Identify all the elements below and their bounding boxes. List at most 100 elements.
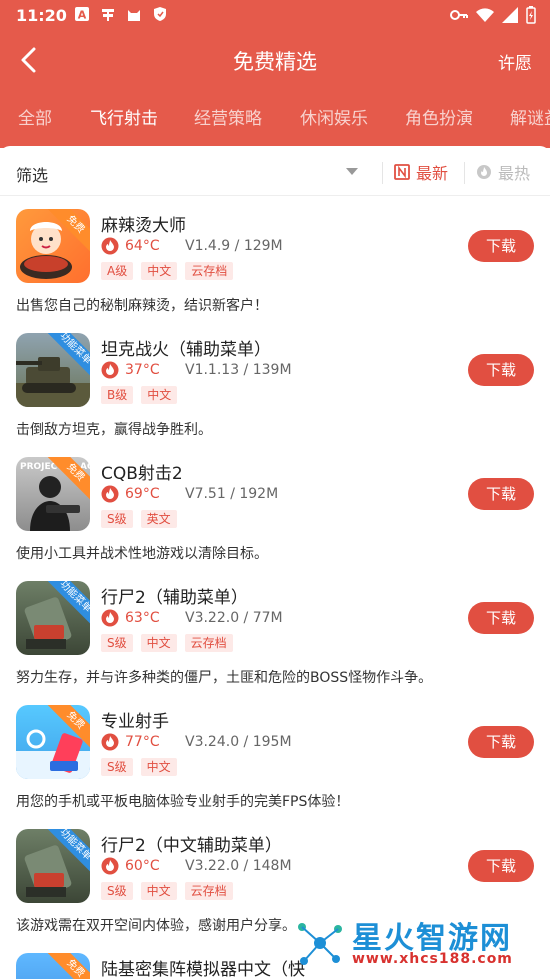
key-icon [450,10,468,20]
game-item[interactable]: 免费 麻辣烫大师 64°C V1.4.9 / 129M A级 中文 云存档 下载… [0,209,550,333]
flame-icon [101,733,119,751]
game-version-size: V3.22.0 / 77M [185,610,283,626]
tag: S级 [101,510,133,528]
battery-icon [526,6,536,24]
tag: 云存档 [184,882,233,900]
sort-hottest[interactable]: 最热 [476,160,530,184]
download-button[interactable]: 下载 [468,850,534,882]
game-meta: 63°C V3.22.0 / 77M [101,609,283,627]
game-name[interactable]: 陆基密集阵模拟器中文（快 [101,955,305,979]
tag: 英文 [140,510,177,528]
game-meta: 60°C V3.22.0 / 148M [101,857,292,875]
status-right-icons [450,6,536,24]
game-item[interactable]: 功能菜单 坦克战火（辅助菜单） 37°C V1.1.13 / 139M B级 中… [0,333,550,457]
game-tags: B级 中文 [101,386,178,404]
tab-strategy[interactable]: 经营策略 [194,104,262,129]
game-icon-image[interactable]: 免费 [16,705,90,779]
tag: 中文 [140,758,177,776]
tab-all[interactable]: 全部 [18,104,52,129]
download-button[interactable]: 下载 [468,354,534,386]
badge-ribbon: 免费 [46,953,90,979]
game-description: 使用小工具并战术性地游戏以清除目标。 [16,546,268,562]
tag: 中文 [140,634,177,652]
chevron-down-icon[interactable] [346,168,358,175]
game-name[interactable]: 行尸2（辅助菜单） [101,583,248,608]
tab-casual[interactable]: 休闲娱乐 [300,104,368,129]
tag: 云存档 [184,634,233,652]
watermark-url: www.xhcs188.com [352,951,513,967]
filter-label[interactable]: 筛选 [16,162,48,186]
tab-puzzle[interactable]: 解谜益 [510,104,550,129]
game-name[interactable]: 麻辣烫大师 [101,211,186,236]
game-temperature: 60°C [125,858,160,874]
wish-button[interactable]: 许愿 [498,49,532,74]
status-bar: 11:20 A [0,0,550,32]
watermark-logo-icon [298,923,342,965]
game-name[interactable]: 行尸2（中文辅助菜单） [101,831,282,856]
shield-icon [154,7,166,21]
game-tags: S级 英文 [101,510,177,528]
game-version-size: V1.1.13 / 139M [185,362,292,378]
game-description: 用您的手机或平板电脑体验专业射手的完美FPS体验！ [16,794,350,810]
game-version-size: V3.22.0 / 148M [185,858,292,874]
game-icon-image[interactable]: PROJECT ... ACH 免费 [16,457,90,531]
game-item[interactable]: PROJECT ... ACH 免费 CQB射击2 69°C V7.51 / 1… [0,457,550,581]
game-tags: S级 中文 云存档 [101,882,233,900]
flame-icon [101,361,119,379]
game-meta: 77°C V3.24.0 / 195M [101,733,292,751]
sort-newest[interactable]: 最新 [394,160,448,184]
category-tabs: 全部 飞行射击 经营策略 休闲娱乐 角色扮演 解谜益 [0,96,550,136]
sort-hottest-label: 最热 [498,164,531,183]
tab-roleplay[interactable]: 角色扮演 [405,104,473,129]
tab-flight-shooting[interactable]: 飞行射击 [90,104,158,129]
tag: 中文 [141,262,178,280]
flame-icon [101,609,119,627]
tag: 云存档 [185,262,234,280]
tag: A级 [101,262,134,280]
game-item[interactable]: 免费 专业射手 77°C V3.24.0 / 195M S级 中文 下载 用您的… [0,705,550,829]
game-icon-image[interactable]: 功能菜单 [16,829,90,903]
download-button[interactable]: 下载 [468,726,534,758]
game-tags: S级 中文 云存档 [101,634,233,652]
game-name[interactable]: 坦克战火（辅助菜单） [101,335,271,360]
filter-bar: 筛选 最新 最热 [0,150,550,196]
divider [464,162,465,184]
game-version-size: V3.24.0 / 195M [185,734,292,750]
sort-newest-label: 最新 [416,164,449,183]
game-temperature: 37°C [125,362,160,378]
game-icon-image[interactable]: 功能菜单 [16,333,90,407]
new-flag-icon [394,164,410,180]
game-icon-image[interactable]: 免费 [16,209,90,283]
game-meta: 69°C V7.51 / 192M [101,485,278,503]
a-icon: A [75,7,89,22]
download-button[interactable]: 下载 [468,602,534,634]
flame-icon [101,857,119,875]
flame-icon [101,237,119,255]
game-name[interactable]: CQB射击2 [101,459,183,484]
game-temperature: 77°C [125,734,160,750]
hot-icon [477,165,491,179]
game-version-size: V7.51 / 192M [185,486,279,502]
site-watermark: 星火智游网 www.xhcs188.com [290,909,540,975]
game-item[interactable]: 功能菜单 行尸2（辅助菜单） 63°C V3.22.0 / 77M S级 中文 … [0,581,550,705]
game-tags: A级 中文 云存档 [101,262,234,280]
game-meta: 64°C V1.4.9 / 129M [101,237,283,255]
tag: 中文 [140,882,177,900]
status-left-icons: A [74,6,168,22]
game-name[interactable]: 专业射手 [101,707,169,732]
download-button[interactable]: 下载 [468,230,534,262]
game-description: 努力生存，并与许多种类的僵尸，土匪和危险的BOSS怪物作斗争。 [16,670,433,686]
game-description: 该游戏需在双开空间内体验，感谢用户分享。 [16,918,296,934]
game-description: 出售您自己的秘制麻辣烫，结识新客户！ [16,298,268,314]
app-icon [102,9,114,21]
flame-icon [101,485,119,503]
game-icon-image[interactable]: 功能菜单 [16,581,90,655]
game-temperature: 64°C [125,238,160,254]
game-meta: 37°C V1.1.13 / 139M [101,361,292,379]
tag: S级 [101,634,133,652]
page-title: 免费精选 [233,50,317,74]
download-button[interactable]: 下载 [468,478,534,510]
game-tags: S级 中文 [101,758,177,776]
game-icon-image[interactable]: 免费 [16,953,90,979]
signal-icon [502,7,518,23]
